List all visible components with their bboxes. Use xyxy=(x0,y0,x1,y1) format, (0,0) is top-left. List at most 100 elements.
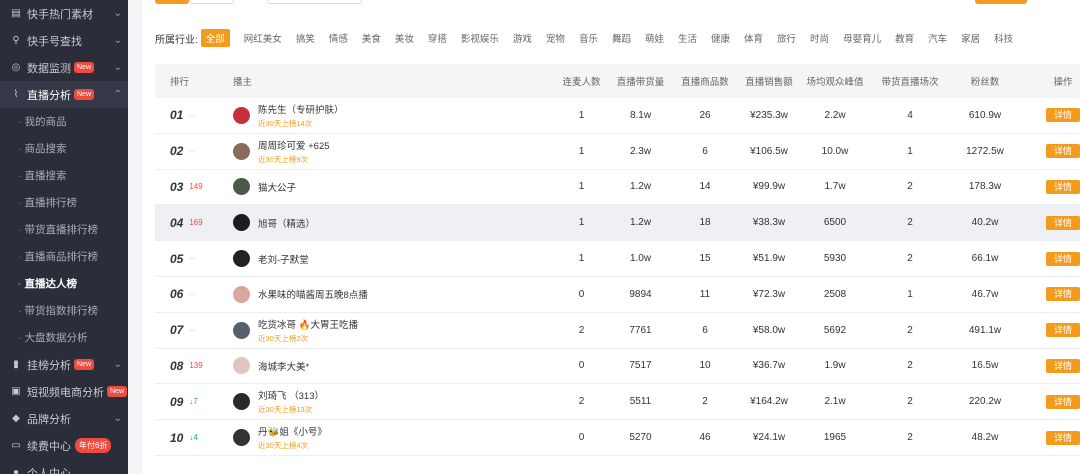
detail-button[interactable]: 详情 xyxy=(1046,215,1080,230)
anchor-cell[interactable]: 丹🐝姐《小号》 近30天上榜4次 xyxy=(221,424,554,451)
sidebar-item[interactable]: ▭ 续费中心 年付6折 xyxy=(0,432,128,459)
avatar[interactable] xyxy=(233,429,250,447)
sidebar-item[interactable]: ◎ 数据监测 New ⌄ xyxy=(0,54,128,81)
industry-tag[interactable]: 美妆 xyxy=(395,31,414,45)
detail-button[interactable]: 详情 xyxy=(1046,287,1080,302)
sidebar-subitem[interactable]: · 直播搜索 xyxy=(0,162,128,189)
industry-tag[interactable]: 穿搭 xyxy=(428,31,447,45)
table-row[interactable]: 03 149 猫大公子 1 1.2w 14 ¥99.9w 1.7w 2 178.3w 详情 xyxy=(155,170,1080,206)
industry-tag[interactable]: 健康 xyxy=(711,31,730,45)
anchor-name[interactable]: 丹🐝姐《小号》 xyxy=(258,424,327,438)
sidebar-subitem[interactable]: · 商品搜索 xyxy=(0,135,128,162)
detail-button[interactable]: 详情 xyxy=(1046,358,1080,373)
header-sales-amount[interactable]: 直播销售额 xyxy=(738,74,800,88)
anchor-name[interactable]: 猫大公子 xyxy=(258,180,296,194)
detail-button[interactable]: 详情 xyxy=(1046,179,1080,194)
table-row[interactable]: 04 169 旭哥（精选） 1 1.2w 18 ¥38.3w 6500 2 40.2w 详情 xyxy=(155,205,1080,242)
sidebar-item[interactable]: ▮ 挂榜分析 New ⌄ xyxy=(0,351,128,378)
anchor-cell[interactable]: 水果味的喵酱周五晚8点播 xyxy=(221,285,554,303)
industry-tag[interactable]: 音乐 xyxy=(579,31,598,45)
table-row[interactable]: 10 ↓4 丹🐝姐《小号》 近30天上榜4次 0 5270 46 ¥24.1w 1965 2 48.… xyxy=(155,420,1080,456)
detail-button[interactable]: 详情 xyxy=(1046,430,1080,445)
industry-tag[interactable]: 科技 xyxy=(994,31,1013,45)
avatar[interactable] xyxy=(233,214,250,232)
anchor-cell[interactable]: 猫大公子 xyxy=(221,178,554,196)
table-row[interactable]: 08 139 海城李大美* 0 7517 10 ¥36.7w 1.9w 2 16.5w 详情 xyxy=(155,349,1080,385)
sidebar-item[interactable]: ⌇ 直播分析 New ⌃ xyxy=(0,81,128,108)
industry-tag[interactable]: 教育 xyxy=(895,31,914,45)
industry-tag[interactable]: 汽车 xyxy=(928,31,947,45)
detail-button[interactable]: 详情 xyxy=(1046,144,1080,159)
chevron-down-icon[interactable]: ⌄ xyxy=(114,386,122,397)
industry-tag[interactable]: 宠物 xyxy=(546,31,565,45)
chevron-down-icon[interactable]: ⌄ xyxy=(114,35,122,46)
top-tab-active[interactable] xyxy=(155,0,189,4)
table-row[interactable]: 09 ↓7 刘琦飞 （313） 近30天上榜13次 2 5511 2 ¥164.2w 2.1w 2… xyxy=(155,384,1080,421)
sidebar-subitem[interactable]: · 带货直播排行榜 xyxy=(0,216,128,243)
anchor-cell[interactable]: 旭哥（精选） xyxy=(221,214,554,232)
industry-tag[interactable]: 全部 xyxy=(200,29,230,47)
industry-tag[interactable]: 母婴育儿 xyxy=(843,31,881,45)
avatar[interactable] xyxy=(233,142,250,160)
industry-tag[interactable]: 生活 xyxy=(678,31,697,45)
table-row[interactable]: 02 -- 周周珍可爱 +625 近30天上榜9次 1 2.3w 6 ¥106.5w 10.0w… xyxy=(155,134,1080,170)
industry-tag[interactable]: 游戏 xyxy=(513,31,532,45)
anchor-name[interactable]: 周周珍可爱 +625 xyxy=(258,138,330,152)
header-fans[interactable]: 粉丝数 xyxy=(950,74,1020,88)
sidebar-subitem[interactable]: · 大盘数据分析 xyxy=(0,324,128,351)
header-sales-volume[interactable]: 直播带货量 xyxy=(609,74,672,88)
table-row[interactable]: 07 -- 吃货冰哥 🔥大胃王吃播 近30天上榜2次 2 7761 6 ¥58.0w 5692 2… xyxy=(155,313,1080,349)
industry-tag[interactable]: 时尚 xyxy=(810,31,829,45)
anchor-cell[interactable]: 刘琦飞 （313） 近30天上榜13次 xyxy=(221,388,554,415)
detail-button[interactable]: 详情 xyxy=(1046,323,1080,338)
sidebar-item[interactable]: ▣ 短视频电商分析 New ⌄ xyxy=(0,378,128,405)
detail-button[interactable]: 详情 xyxy=(1046,251,1080,266)
anchor-name[interactable]: 吃货冰哥 🔥大胃王吃播 xyxy=(258,317,358,331)
top-date-select[interactable] xyxy=(267,0,362,4)
avatar[interactable] xyxy=(233,250,250,268)
avatar[interactable] xyxy=(233,357,250,375)
industry-tag[interactable]: 旅行 xyxy=(777,31,796,45)
anchor-cell[interactable]: 老刘-子默堂 xyxy=(221,250,554,268)
industry-tag[interactable]: 情感 xyxy=(329,31,348,45)
anchor-cell[interactable]: 吃货冰哥 🔥大胃王吃播 近30天上榜2次 xyxy=(221,317,554,344)
top-tab[interactable] xyxy=(189,0,234,4)
industry-tag[interactable]: 体育 xyxy=(744,31,763,45)
detail-button[interactable]: 详情 xyxy=(1046,394,1080,409)
table-row[interactable]: 05 -- 老刘-子默堂 1 1.0w 15 ¥51.9w 5930 2 66.1w 详情 xyxy=(155,241,1080,277)
detail-button[interactable]: 详情 xyxy=(1046,108,1080,123)
chevron-down-icon[interactable]: ⌄ xyxy=(114,62,122,73)
header-live-sessions[interactable]: 带货直播场次 xyxy=(870,74,950,88)
chevron-up-icon[interactable]: ⌃ xyxy=(114,89,122,100)
chevron-down-icon[interactable]: ⌄ xyxy=(114,359,122,370)
industry-tag[interactable]: 搞笑 xyxy=(296,31,315,45)
industry-tag[interactable]: 影视娱乐 xyxy=(461,31,499,45)
top-action-button[interactable] xyxy=(975,0,1027,4)
avatar[interactable] xyxy=(233,321,250,339)
anchor-name[interactable]: 老刘-子默堂 xyxy=(258,252,309,266)
anchor-name[interactable]: 水果味的喵酱周五晚8点播 xyxy=(258,287,368,301)
table-row[interactable]: 06 -- 水果味的喵酱周五晚8点播 0 9894 11 ¥72.3w 2508 1 46.7w 详… xyxy=(155,277,1080,313)
anchor-cell[interactable]: 海城李大美* xyxy=(221,357,554,375)
header-peak-viewers[interactable]: 场均观众峰值 xyxy=(800,74,870,88)
anchor-name[interactable]: 刘琦飞 （313） xyxy=(258,388,324,402)
sidebar-item[interactable]: ▤ 快手热门素材 ⌄ xyxy=(0,0,128,27)
avatar[interactable] xyxy=(233,178,250,196)
chevron-down-icon[interactable]: ⌄ xyxy=(114,8,122,19)
sidebar-subitem[interactable]: · 直播商品排行榜 xyxy=(0,243,128,270)
avatar[interactable] xyxy=(233,393,250,411)
industry-tag[interactable]: 舞蹈 xyxy=(612,31,631,45)
industry-tag[interactable]: 美食 xyxy=(362,31,381,45)
header-product-count[interactable]: 直播商品数 xyxy=(672,74,738,88)
sidebar-item[interactable]: ◆ 品牌分析 ⌄ xyxy=(0,405,128,432)
header-rank[interactable]: 排行 xyxy=(155,74,221,88)
anchor-cell[interactable]: 陈先生（专研护肤） 近30天上榜14次 xyxy=(221,102,554,129)
sidebar-subitem[interactable]: · 带货指数排行榜 xyxy=(0,297,128,324)
table-row[interactable]: 01 -- 陈先生（专研护肤） 近30天上榜14次 1 8.1w 26 ¥235.3w 2.2w… xyxy=(155,98,1080,134)
sidebar-subitem[interactable]: · 我的商品 xyxy=(0,108,128,135)
sidebar-subitem[interactable]: · 直播达人榜 xyxy=(0,270,128,297)
industry-tag[interactable]: 萌娃 xyxy=(645,31,664,45)
anchor-name[interactable]: 海城李大美* xyxy=(258,359,309,373)
anchor-name[interactable]: 陈先生（专研护肤） xyxy=(258,102,344,116)
anchor-cell[interactable]: 周周珍可爱 +625 近30天上榜9次 xyxy=(221,138,554,165)
